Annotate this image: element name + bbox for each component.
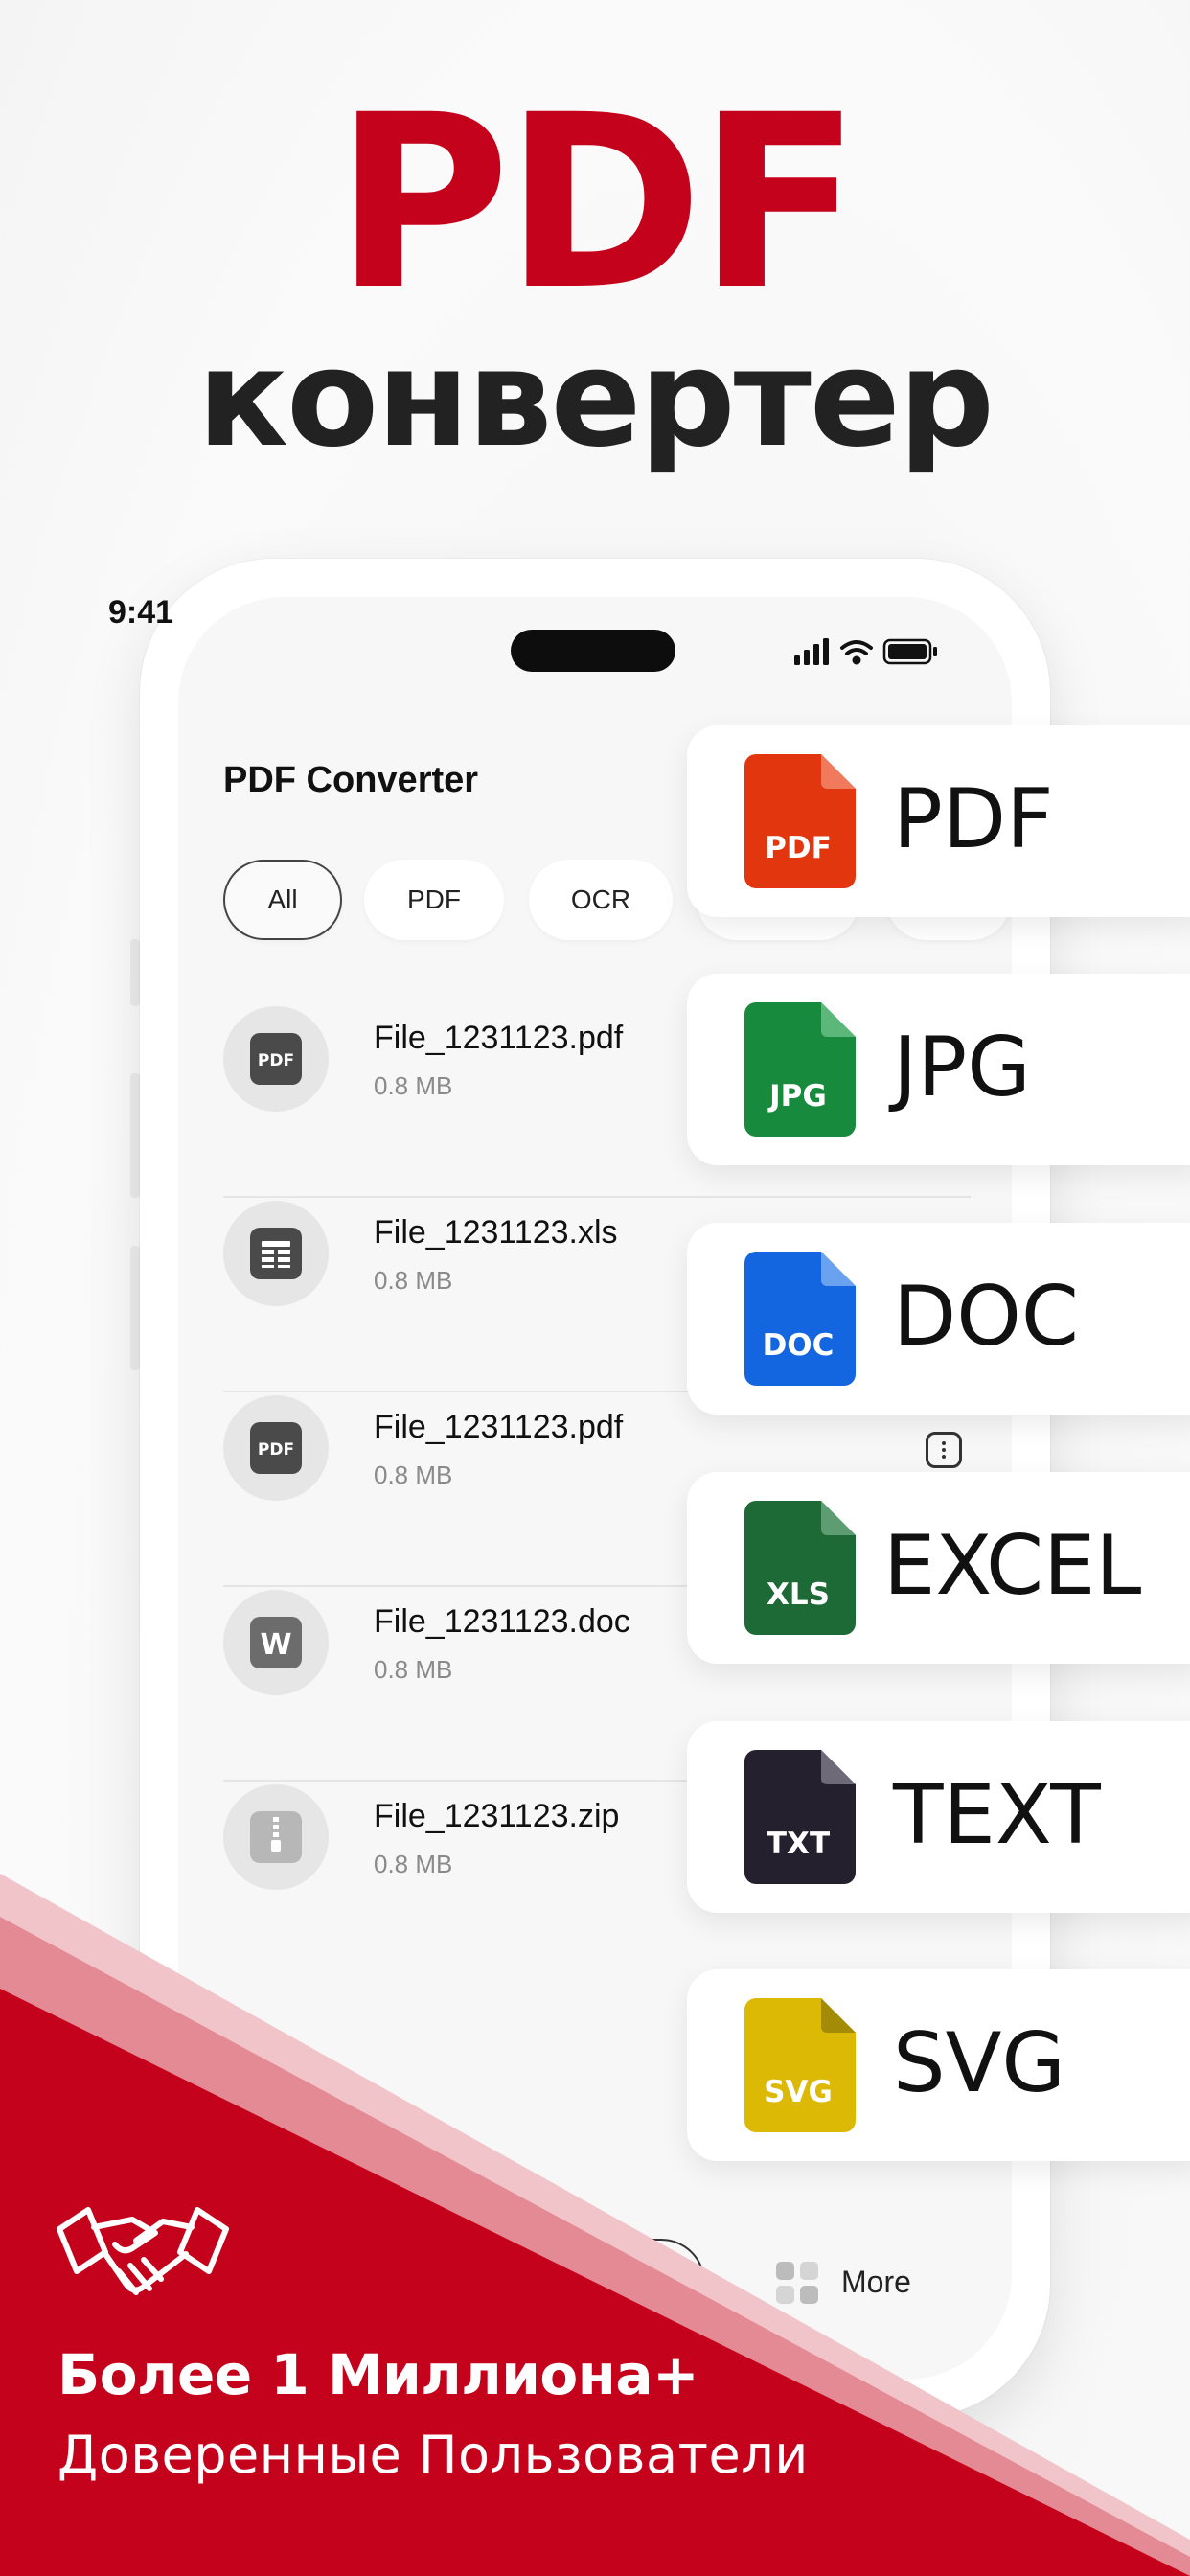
svg-text:DOC: DOC <box>763 1328 835 1363</box>
format-label: TEXT <box>893 1767 1101 1863</box>
format-card-doc: DOC DOC <box>687 1223 1190 1414</box>
pdf-file-icon: PDF <box>744 754 856 888</box>
hero-subtitle: конвертер <box>197 321 995 477</box>
format-label: DOC <box>893 1269 1079 1365</box>
format-label: EXCEL <box>883 1518 1142 1614</box>
banner-subline: Доверенные Пользователи <box>57 2425 809 2485</box>
file-size: 0.8 MB <box>374 1850 453 1878</box>
filter-chip-ocr[interactable]: OCR <box>529 860 673 940</box>
file-name: File_1231123.pdf <box>374 1409 624 1445</box>
format-label: SVG <box>893 2015 1066 2111</box>
file-size: 0.8 MB <box>374 1071 453 1100</box>
jpg-file-icon: JPG <box>744 1002 856 1137</box>
format-card-excel: XLS EXCEL <box>687 1472 1190 1664</box>
format-label: JPG <box>893 1020 1031 1116</box>
format-card-jpg: JPG JPG <box>687 974 1190 1165</box>
format-card-text: TXT TEXT <box>687 1721 1190 1913</box>
svg-text:PDF: PDF <box>258 1051 294 1070</box>
pdf-icon: PDF <box>223 1395 329 1501</box>
file-name: File_1231123.pdf <box>374 1020 624 1056</box>
format-label: PDF <box>893 771 1054 867</box>
filter-chip-pdf[interactable]: PDF <box>364 860 504 940</box>
status-time: 9:41 <box>108 594 174 631</box>
app-title: PDF Converter <box>223 760 479 800</box>
signal-icon <box>794 638 829 665</box>
svg-file-icon: SVG <box>744 1998 856 2132</box>
zip-icon <box>223 1784 329 1890</box>
banner-headline: Более 1 Миллиона+ <box>57 2342 699 2407</box>
wifi-icon <box>840 640 873 665</box>
file-size: 0.8 MB <box>374 1460 453 1489</box>
phone-side-button <box>130 939 140 1006</box>
svg-text:XLS: XLS <box>767 1577 830 1612</box>
pdf-icon: PDF <box>223 1006 329 1112</box>
file-size: 0.8 MB <box>374 1266 453 1295</box>
grid-icon[interactable] <box>774 2260 820 2306</box>
file-name: File_1231123.doc <box>374 1603 630 1640</box>
svg-text:JPG: JPG <box>767 1079 827 1114</box>
hero-title: PDF <box>334 63 861 342</box>
format-card-pdf: PDF PDF <box>687 725 1190 917</box>
svg-text:PDF: PDF <box>258 1440 294 1460</box>
battery-icon <box>882 638 937 665</box>
status-icons <box>794 638 937 665</box>
svg-text:TXT: TXT <box>767 1827 830 1861</box>
tab-more-label[interactable]: More <box>841 2265 911 2300</box>
dynamic-island <box>511 630 675 672</box>
file-size: 0.8 MB <box>374 1655 453 1684</box>
svg-text:W: W <box>260 1628 291 1662</box>
divider <box>223 1196 971 1198</box>
xls-file-icon: XLS <box>744 1501 856 1635</box>
txt-file-icon: TXT <box>744 1750 856 1884</box>
handshake-icon <box>57 2207 229 2295</box>
format-card-svg: SVG SVG <box>687 1969 1190 2161</box>
more-options-icon[interactable] <box>926 1432 962 1468</box>
phone-volume-down <box>130 1246 140 1370</box>
svg-text:PDF: PDF <box>765 831 832 865</box>
phone-volume-up <box>130 1073 140 1198</box>
filter-chip-all[interactable]: All <box>223 860 342 940</box>
file-name: File_1231123.xls <box>374 1214 618 1251</box>
tab-files-label: Files <box>589 2265 654 2299</box>
doc-file-icon: DOC <box>744 1252 856 1386</box>
word-icon: W <box>223 1590 329 1695</box>
spreadsheet-icon <box>223 1201 329 1306</box>
file-name: File_1231123.zip <box>374 1798 620 1834</box>
svg-text:SVG: SVG <box>764 2075 833 2109</box>
